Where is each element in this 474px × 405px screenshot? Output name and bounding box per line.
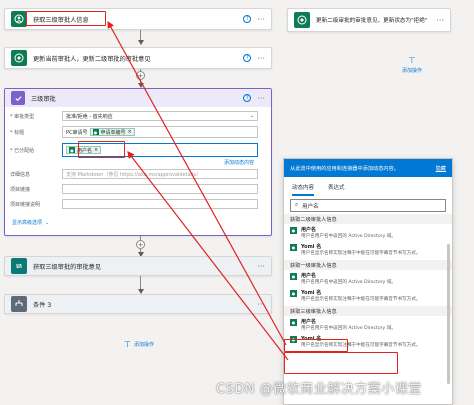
annotation-arrows xyxy=(107,20,289,361)
annotation-arrow xyxy=(127,151,289,361)
annotation-arrow xyxy=(107,20,287,346)
watermark: CSDN @微软商业解决方案小课堂 xyxy=(216,382,422,397)
